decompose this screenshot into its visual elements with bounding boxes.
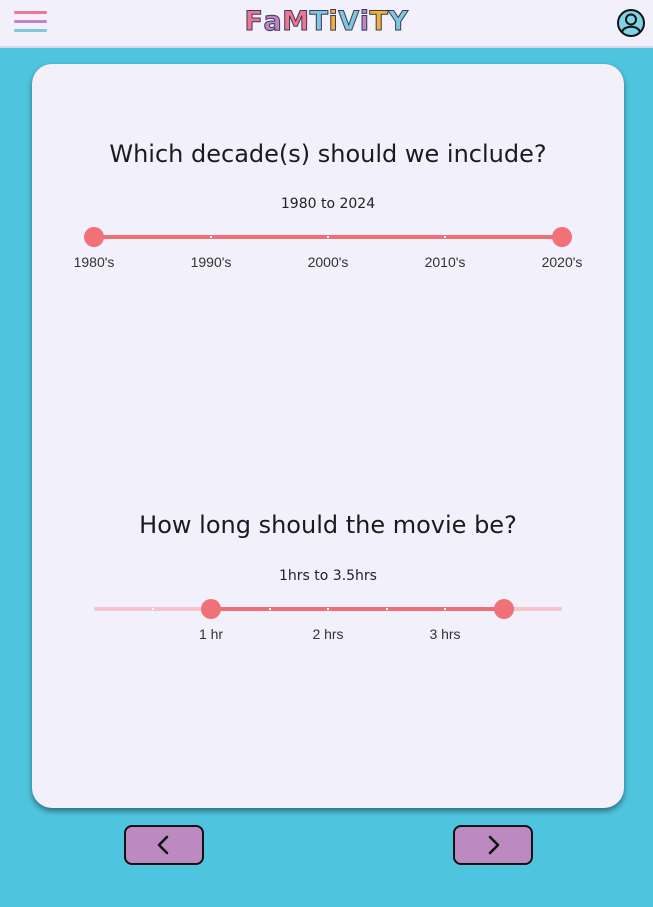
length-selected-range [211,607,504,611]
length-low-thumb[interactable] [201,599,221,619]
decade-low-thumb[interactable] [84,227,104,247]
previous-button[interactable] [124,825,204,865]
length-tick-mark [385,608,388,610]
length-high-thumb[interactable] [493,599,514,619]
logo-letter: a [263,6,283,38]
decade-tick-label: 1980's [73,254,115,270]
length-tick-mark [444,608,446,610]
decade-range-slider[interactable] [32,217,624,257]
logo-letter: Y [388,6,409,38]
length-question-title: How long should the movie be? [139,511,517,539]
length-tick-mark [327,608,329,610]
logo-letter: F [244,6,264,38]
top-navigation-bar: FaMTiViTY [0,0,653,48]
decade-tick-mark [210,236,212,238]
next-button[interactable] [453,825,533,865]
decade-tick-label: 2000's [307,254,349,270]
logo-letter: V [338,6,360,38]
logo-letter: i [328,6,339,38]
famtivity-logo[interactable]: FaMTiViTY [0,6,653,38]
length-tick-mark [268,608,271,610]
length-tick-mark [151,608,154,610]
length-tick-label: 2 hrs [312,626,344,642]
decade-tick-label: 1990's [190,254,232,270]
chevron-left-icon [157,835,169,855]
length-range-text: 1hrs to 3.5hrs [279,568,377,584]
user-profile-icon[interactable] [616,8,646,38]
movie-length-range-slider[interactable] [32,589,624,629]
logo-letter: T [309,6,329,38]
decade-high-thumb[interactable] [552,227,572,247]
question-card: Which decade(s) should we include? 1980 … [32,64,624,808]
length-tick-label: 3 hrs [429,626,461,642]
decade-tick-mark [327,236,329,238]
decade-tick-label: 2010's [424,254,466,270]
logo-letter: M [282,6,310,38]
chevron-right-icon [488,835,500,855]
decade-question-title: Which decade(s) should we include? [109,140,547,168]
decade-tick-mark [444,236,446,238]
decade-tick-label: 2020's [541,254,583,270]
length-tick-label: 1 hr [198,626,224,642]
decade-range-text: 1980 to 2024 [280,196,376,212]
logo-letter: T [369,6,389,38]
logo-letter: i [359,6,370,38]
